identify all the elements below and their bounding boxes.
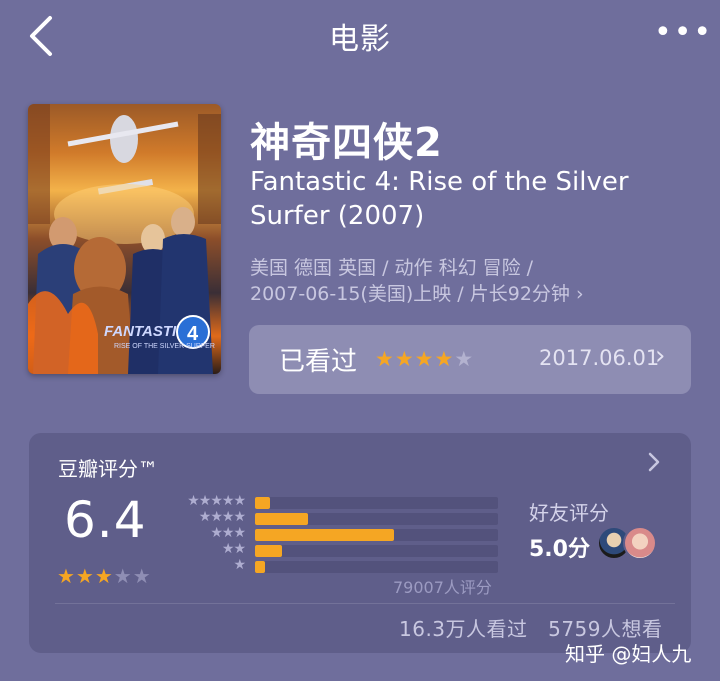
rating-distribution-row: ★★★★★: [179, 493, 499, 510]
page-title: 电影: [329, 22, 391, 57]
rating-card-title: 豆瓣评分™: [58, 457, 158, 481]
meta-line-release: 2007-06-15(美国)上映 / 片长92分钟 ›: [250, 283, 584, 305]
rating-distribution-row: ★★: [179, 541, 499, 558]
distribution-star-label: ★★★★★: [187, 493, 246, 509]
avatar[interactable]: [623, 526, 657, 560]
douban-score: 6.4: [64, 491, 147, 549]
empty-stars: ★★: [113, 564, 152, 588]
distribution-star-label: ★★★★: [198, 509, 246, 525]
chevron-right-icon[interactable]: [647, 451, 661, 479]
distribution-bar: [255, 529, 394, 541]
rating-distribution-row: ★★★★: [179, 509, 499, 526]
divider: [55, 603, 675, 604]
douban-score-stars: ★★★★★: [57, 564, 152, 588]
distribution-track: [255, 545, 498, 557]
svg-text:4: 4: [187, 323, 199, 345]
more-icon[interactable]: •••: [654, 18, 711, 48]
nav-bar: 电影 •••: [0, 0, 720, 70]
distribution-bar: [255, 561, 265, 573]
watched-date: 2017.06.01: [539, 346, 660, 370]
distribution-star-label: ★★★: [210, 525, 246, 541]
distribution-bar: [255, 545, 282, 557]
watched-status-button[interactable]: 已看过 ★★★★★ 2017.06.01 ›: [249, 325, 691, 394]
friend-rating-score: 5.0分: [529, 537, 590, 562]
distribution-track: [255, 561, 498, 573]
distribution-track: [255, 497, 498, 509]
movie-title-en: Fantastic 4: Rise of the Silver Surfer (…: [250, 167, 629, 231]
friend-rating-label: 好友评分: [529, 501, 609, 525]
rating-distribution-row: ★: [179, 557, 499, 574]
distribution-track: [255, 529, 498, 541]
empty-stars: ★: [454, 347, 475, 371]
distribution-track: [255, 513, 498, 525]
douban-rating-card[interactable]: 豆瓣评分™ 6.4 ★★★★★ ★★★★★ ★★★★ ★★★ ★★ ★ 79007人评分…: [29, 433, 691, 653]
distribution-bar: [255, 513, 308, 525]
rating-distribution-row: ★★★: [179, 525, 499, 542]
rating-count: 79007人评分: [393, 578, 492, 597]
distribution-bar: [255, 497, 270, 509]
svg-text:RISE OF THE SILVER SURFER: RISE OF THE SILVER SURFER: [114, 343, 215, 350]
user-rating-stars: ★★★★★: [375, 347, 474, 371]
movie-title-cn: 神奇四侠2: [250, 120, 443, 166]
movie-meta[interactable]: 美国 德国 英国 / 动作 科幻 冒险 / 2007-06-15(美国)上映 /…: [250, 255, 690, 307]
watermark-text: 知乎 @妇人九: [565, 642, 692, 666]
watched-label: 已看过: [279, 347, 358, 377]
svg-text:FANTASTIC: FANTASTIC: [104, 323, 188, 340]
chevron-right-icon: ›: [655, 341, 666, 371]
watched-count: 16.3万人看过: [399, 617, 528, 641]
movie-poster[interactable]: FANTASTIC 4 RISE OF THE SILVER SURFER: [28, 104, 221, 374]
distribution-star-label: ★: [233, 557, 246, 573]
filled-stars: ★★★★: [375, 347, 455, 371]
filled-stars: ★★★: [57, 564, 114, 588]
distribution-star-label: ★★: [221, 541, 246, 557]
meta-line-country-genre: 美国 德国 英国 / 动作 科幻 冒险 /: [250, 257, 534, 279]
